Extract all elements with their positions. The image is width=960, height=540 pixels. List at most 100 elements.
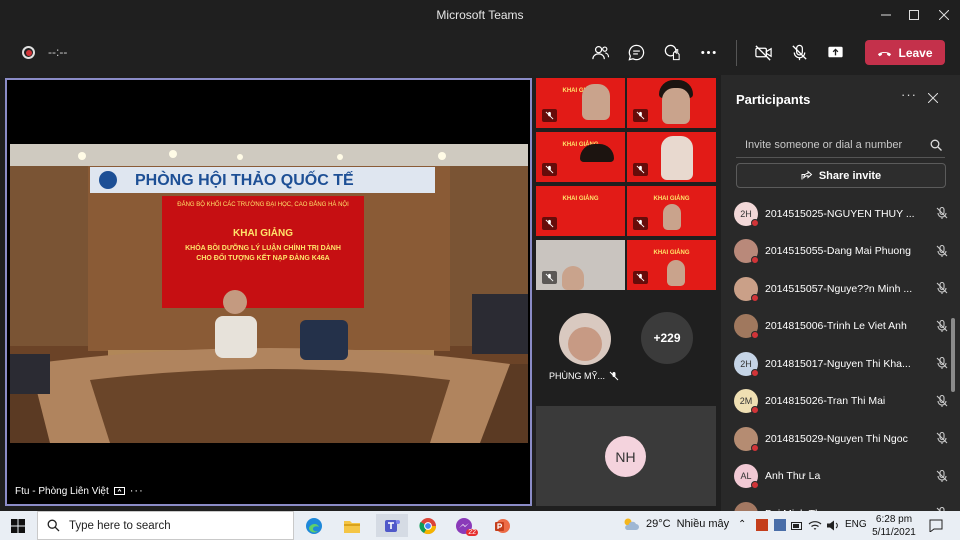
leave-button[interactable]: Leave <box>865 40 945 65</box>
mic-off-icon[interactable] <box>935 431 949 445</box>
participant-name: 2014815029-Nguyen Thi Ngoc <box>765 432 908 445</box>
tile-mic-off-icon <box>633 271 648 284</box>
messenger-app-button[interactable]: 22 <box>452 514 478 537</box>
window-title: Microsoft Teams <box>436 8 524 22</box>
mic-off-icon[interactable] <box>935 281 949 295</box>
taskbar-search-placeholder: Type here to search <box>69 519 171 532</box>
show-chat-button[interactable] <box>620 38 652 66</box>
avatar <box>559 313 611 365</box>
room-sign-text: PHÒNG HỘI THẢO QUỐC TẾ <box>135 172 354 189</box>
maximize-button[interactable] <box>898 0 930 30</box>
video-tile[interactable] <box>627 132 716 182</box>
search-icon[interactable] <box>930 139 942 151</box>
video-tile[interactable]: NH <box>536 406 716 506</box>
weather-widget[interactable]: 29°C Nhiều mây <box>622 517 729 531</box>
participant-name: 2014815026-Tran Thi Mai <box>765 395 886 407</box>
tile-mic-off-icon <box>542 271 557 284</box>
video-tile[interactable] <box>627 78 716 128</box>
panel-more-icon[interactable]: ··· <box>901 87 917 102</box>
panel-title: Participants <box>736 92 811 107</box>
video-tile[interactable]: KHAI GIẢNG <box>627 186 716 236</box>
participant-row[interactable]: 2014815006-Trinh Le Viet Anh <box>734 308 949 345</box>
mic-off-icon[interactable] <box>935 394 949 408</box>
share-content-button[interactable] <box>819 38 851 66</box>
participant-row[interactable]: 2M 2014815026-Tran Thi Mai <box>734 383 949 420</box>
presence-status-icon <box>751 368 759 377</box>
powerpoint-app-button[interactable] <box>490 514 514 537</box>
video-tile[interactable]: KHAI GIẢNG <box>536 186 625 236</box>
tile-mic-off-icon <box>633 163 648 176</box>
mic-off-icon[interactable] <box>935 469 949 483</box>
chevron-up-icon[interactable]: ⌃ <box>738 519 746 530</box>
wifi-icon[interactable] <box>808 519 822 532</box>
tile-banner-text: KHAI GIẢNG <box>562 88 599 94</box>
notification-badge: 22 <box>466 529 478 536</box>
participant-name: 2014515025-NGUYEN THUY ... <box>765 207 915 220</box>
share-invite-button[interactable]: Share invite <box>736 163 946 188</box>
close-icon[interactable] <box>928 93 938 103</box>
clock[interactable]: 6:28 pm 5/11/2021 <box>872 513 916 539</box>
taskbar-search-input[interactable]: Type here to search <box>37 511 294 540</box>
hang-up-icon <box>878 51 892 56</box>
avatar <box>734 426 759 452</box>
tile-mic-off-icon <box>542 163 557 176</box>
camera-toggle-button[interactable] <box>747 38 779 66</box>
notification-center-icon[interactable] <box>929 519 943 532</box>
windows-logo-icon <box>11 518 25 533</box>
overflow-participants-button[interactable]: +229 <box>641 312 693 364</box>
volume-icon[interactable] <box>826 519 839 532</box>
avatar: NH <box>605 436 646 477</box>
vietnamese-input-icon[interactable] <box>756 519 768 531</box>
more-actions-button[interactable] <box>692 38 724 66</box>
presence-status-icon <box>751 256 759 264</box>
tray-app-icon[interactable] <box>774 519 786 531</box>
battery-icon[interactable] <box>791 520 804 532</box>
tile-banner-text: KHAI GIẢNG <box>562 142 599 148</box>
banner-header: ĐẢNG BỘ KHỐI CÁC TRƯỜNG ĐẠI HỌC, CAO ĐẲN… <box>177 202 349 208</box>
video-tile[interactable]: KHAI GIẢNG <box>536 78 625 128</box>
video-tile[interactable]: KHAI GIẢNG <box>627 240 716 290</box>
mic-off-icon[interactable] <box>935 356 949 370</box>
file-explorer-button[interactable] <box>340 514 364 537</box>
teams-app-button[interactable] <box>376 514 408 537</box>
invite-input[interactable]: Invite someone or dial a number <box>736 132 945 158</box>
video-tile[interactable]: KHAI GIẢNG <box>536 132 625 182</box>
main-video-stage[interactable]: PHÒNG HỘI THẢO QUỐC TẾ ĐẢNG BỘ KHỐI CÁC … <box>5 78 532 506</box>
mic-toggle-button[interactable] <box>783 38 815 66</box>
participants-scrollbar[interactable] <box>951 318 955 392</box>
avatar-initials: 2H <box>740 358 752 369</box>
reactions-button[interactable] <box>656 38 688 66</box>
mic-off-icon[interactable] <box>935 319 949 333</box>
participant-row[interactable]: 2014515055-Dang Mai Phuong <box>734 233 949 270</box>
tile-mic-off-icon <box>542 217 557 230</box>
more-icon <box>700 50 716 54</box>
edge-app-button[interactable] <box>302 514 326 537</box>
presence-status-icon <box>751 443 759 452</box>
show-participants-button[interactable] <box>584 38 616 66</box>
participant-row[interactable]: 2014815029-Nguyen Thi Ngoc <box>734 420 949 457</box>
participant-row[interactable]: 2H 2014515025-NGUYEN THUY ... <box>734 195 949 232</box>
mic-off-icon[interactable] <box>935 206 949 220</box>
avatar-photo <box>568 327 602 361</box>
share-screen-icon <box>827 46 843 57</box>
avatar-initials: 2H <box>740 208 752 219</box>
participant-name: 2014815006-Trinh Le Viet Anh <box>765 320 907 332</box>
participant-name: 2014815017-Nguyen Thi Kha... <box>765 357 911 370</box>
presence-status-icon <box>751 406 759 414</box>
mic-off-icon[interactable] <box>935 244 949 258</box>
participant-face <box>662 88 690 124</box>
participant-row[interactable]: 2014515057-Nguye??n Minh ... <box>734 270 949 307</box>
participant-row[interactable]: 2H 2014815017-Nguyen Thi Kha... <box>734 345 949 382</box>
video-tile[interactable] <box>536 240 625 290</box>
participant-row[interactable]: AL Anh Thư La <box>734 458 949 495</box>
input-language[interactable]: ENG <box>845 519 867 530</box>
presence-status-icon <box>751 218 759 227</box>
close-window-button[interactable] <box>928 0 960 30</box>
start-button[interactable] <box>6 514 30 537</box>
audio-participant-name: PHÙNG MỸ... <box>549 371 606 381</box>
close-icon <box>939 10 949 20</box>
people-icon <box>591 45 609 59</box>
chrome-app-button[interactable] <box>416 514 440 537</box>
weather-description: Nhiều mây <box>676 518 730 530</box>
stage-more-icon[interactable]: ··· <box>130 485 144 497</box>
